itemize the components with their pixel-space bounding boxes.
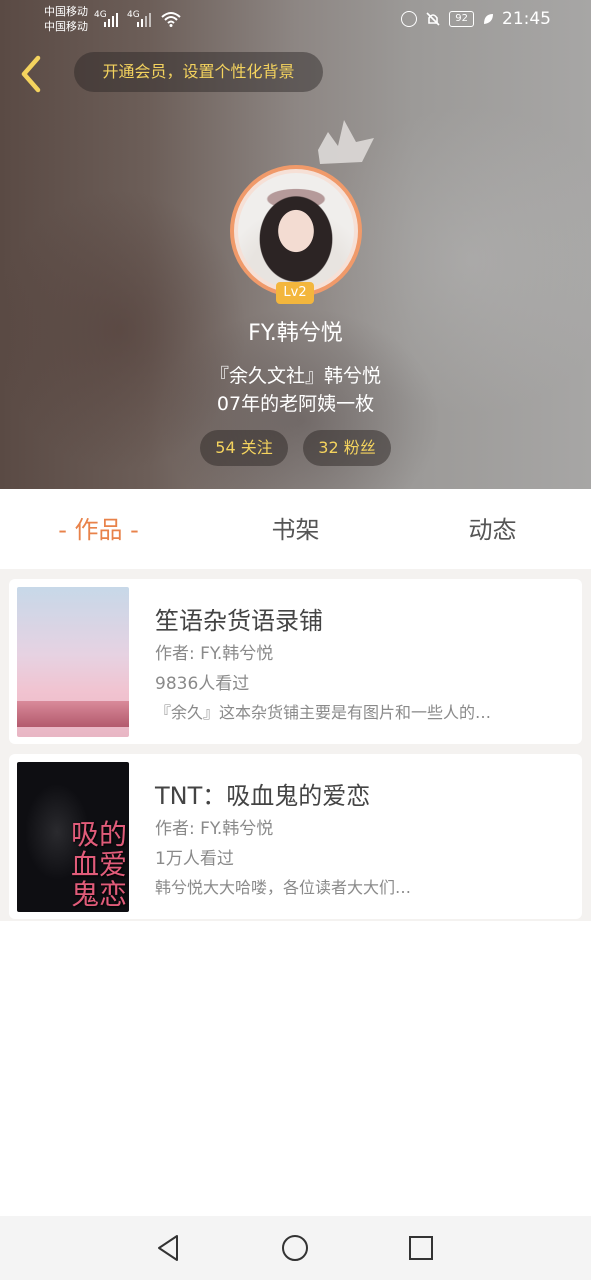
book-cover: 吸的血爱鬼恋 [17, 762, 129, 912]
wifi-icon [161, 12, 181, 27]
username: FY.韩兮悦 [248, 321, 343, 346]
book-card[interactable]: 吸的血爱鬼恋 TNT：吸血鬼的爱恋 作者: FY.韩兮悦 1万人看过 韩兮悦大大… [9, 754, 582, 919]
data-saver-icon [401, 11, 418, 27]
book-description: 韩兮悦大大哈喽，各位读者大大们… [155, 878, 412, 897]
carrier-2: 中国移动 [44, 20, 88, 33]
member-background-tip[interactable]: 开通会员，设置个性化背景 [74, 52, 323, 92]
following-count-button[interactable]: 54 关注 [200, 430, 288, 466]
cover-title: 吸的血爱鬼恋 [71, 818, 128, 911]
signal-1-icon [104, 13, 118, 27]
book-title: TNT：吸血鬼的爱恋 [155, 782, 371, 810]
mute-bell-icon [426, 12, 440, 26]
chevron-left-icon [21, 55, 41, 93]
book-author: 作者: FY.韩兮悦 [155, 819, 274, 839]
level-badge: Lv2 [276, 282, 314, 304]
user-bio: 『余久文社』韩兮悦 07年的老阿姨一枚 [0, 362, 591, 418]
carrier-1: 中国移动 [44, 5, 88, 18]
clock: 21:45 [502, 9, 551, 29]
battery-indicator: 92 [449, 11, 474, 27]
book-views: 1万人看过 [155, 849, 234, 869]
nav-home-icon[interactable] [279, 1232, 311, 1264]
fans-count-button[interactable]: 32 粉丝 [303, 430, 391, 466]
tab-activity[interactable]: 动态 [394, 489, 591, 569]
status-right: 92 21:45 [401, 9, 551, 29]
status-bar: 中国移动 中国移动 4G 4G 92 21:45 [0, 0, 591, 40]
book-author: 作者: FY.韩兮悦 [155, 644, 274, 664]
works-list: 笙语杂货语录铺 作者: FY.韩兮悦 9836人看过 『余久』这本杂货铺主要是有… [0, 569, 591, 921]
avatar-image [238, 173, 354, 289]
book-card[interactable]: 笙语杂货语录铺 作者: FY.韩兮悦 9836人看过 『余久』这本杂货铺主要是有… [9, 579, 582, 744]
system-nav-bar [0, 1216, 591, 1280]
profile-header: 中国移动 中国移动 4G 4G 92 21:45 开通会员，设置个性化背景 Lv… [0, 0, 591, 489]
crown-icon [318, 120, 374, 164]
back-button[interactable] [14, 54, 48, 94]
tab-bookshelf[interactable]: 书架 [197, 489, 394, 569]
profile-tabs: - 作品 - 书架 动态 [0, 489, 591, 569]
carrier-labels: 中国移动 中国移动 [44, 4, 88, 34]
avatar[interactable] [230, 165, 362, 297]
signal-2-icon [137, 13, 151, 27]
book-description: 『余久』这本杂货铺主要是有图片和一些人的… [155, 703, 492, 722]
bio-line-2: 07年的老阿姨一枚 [216, 393, 375, 415]
nav-back-icon[interactable] [153, 1232, 185, 1264]
bio-line-1: 『余久文社』韩兮悦 [209, 365, 381, 387]
tab-works[interactable]: - 作品 - [0, 489, 197, 569]
book-cover [17, 587, 129, 737]
leaf-icon [484, 14, 493, 24]
book-title: 笙语杂货语录铺 [155, 607, 323, 635]
book-views: 9836人看过 [155, 674, 250, 694]
nav-recent-apps-icon[interactable] [405, 1232, 437, 1264]
